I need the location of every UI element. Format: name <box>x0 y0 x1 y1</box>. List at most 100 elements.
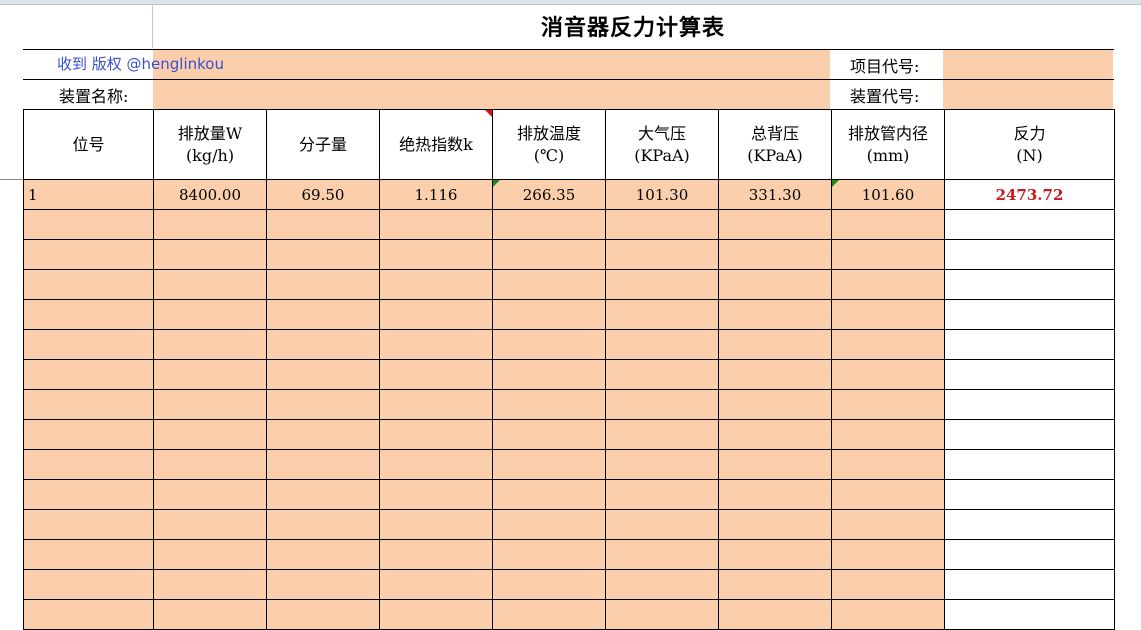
header-molecular-weight[interactable]: 分子量 <box>266 109 380 180</box>
empty-cell[interactable] <box>605 269 719 300</box>
empty-cell[interactable] <box>718 569 832 600</box>
empty-cell[interactable] <box>492 299 606 330</box>
cell-tag[interactable]: 1 <box>23 179 154 210</box>
empty-cell[interactable] <box>379 569 493 600</box>
empty-cell[interactable] <box>23 599 154 630</box>
empty-cell[interactable] <box>23 479 154 510</box>
empty-cell[interactable] <box>718 389 832 420</box>
empty-cell[interactable] <box>153 209 267 240</box>
empty-cell[interactable] <box>605 569 719 600</box>
empty-cell[interactable] <box>944 419 1115 450</box>
empty-cell[interactable] <box>379 299 493 330</box>
empty-cell[interactable] <box>605 209 719 240</box>
title-cell[interactable]: 消音器反力计算表 <box>153 4 1113 48</box>
empty-cell[interactable] <box>153 359 267 390</box>
empty-cell[interactable] <box>266 329 380 360</box>
empty-cell[interactable] <box>23 329 154 360</box>
empty-cell[interactable] <box>492 419 606 450</box>
cell-temperature[interactable]: 266.35 <box>492 179 606 210</box>
empty-cell[interactable] <box>718 539 832 570</box>
header-back-pressure[interactable]: 总背压 (KPaA) <box>718 109 832 180</box>
empty-cell[interactable] <box>153 269 267 300</box>
empty-cell[interactable] <box>266 269 380 300</box>
cell-molecular-weight[interactable]: 69.50 <box>266 179 380 210</box>
empty-cell[interactable] <box>266 569 380 600</box>
empty-cell[interactable] <box>831 449 945 480</box>
empty-cell[interactable] <box>379 329 493 360</box>
empty-cell[interactable] <box>831 359 945 390</box>
empty-cell[interactable] <box>153 389 267 420</box>
empty-cell[interactable] <box>266 479 380 510</box>
empty-cell[interactable] <box>153 509 267 540</box>
empty-cell[interactable] <box>23 419 154 450</box>
empty-cell[interactable] <box>379 449 493 480</box>
header-adiabatic-index[interactable]: 绝热指数k <box>379 109 493 180</box>
empty-cell[interactable] <box>23 509 154 540</box>
empty-cell[interactable] <box>266 239 380 270</box>
empty-cell[interactable] <box>153 329 267 360</box>
empty-cell[interactable] <box>718 599 832 630</box>
empty-cell[interactable] <box>831 389 945 420</box>
empty-cell[interactable] <box>379 599 493 630</box>
header-atmospheric-pressure[interactable]: 大气压 (KPaA) <box>605 109 719 180</box>
empty-cell[interactable] <box>944 299 1115 330</box>
empty-cell[interactable] <box>153 239 267 270</box>
empty-cell[interactable] <box>831 539 945 570</box>
empty-cell[interactable] <box>492 449 606 480</box>
empty-cell[interactable] <box>266 509 380 540</box>
empty-cell[interactable] <box>944 239 1115 270</box>
empty-cell[interactable] <box>605 449 719 480</box>
empty-cell[interactable] <box>944 479 1115 510</box>
empty-cell[interactable] <box>153 479 267 510</box>
empty-cell[interactable] <box>153 419 267 450</box>
empty-cell[interactable] <box>379 359 493 390</box>
empty-cell[interactable] <box>944 389 1115 420</box>
empty-cell[interactable] <box>266 389 380 420</box>
empty-cell[interactable] <box>379 209 493 240</box>
empty-cell[interactable] <box>718 479 832 510</box>
empty-cell[interactable] <box>944 569 1115 600</box>
empty-cell[interactable] <box>23 299 154 330</box>
header-temperature[interactable]: 排放温度 (℃) <box>492 109 606 180</box>
empty-cell[interactable] <box>153 569 267 600</box>
empty-cell[interactable] <box>153 539 267 570</box>
device-name-label-cell[interactable]: 装置名称: <box>23 80 153 109</box>
empty-cell[interactable] <box>492 359 606 390</box>
empty-cell[interactable] <box>23 269 154 300</box>
empty-cell[interactable] <box>153 299 267 330</box>
empty-cell[interactable] <box>831 569 945 600</box>
empty-cell[interactable] <box>831 479 945 510</box>
empty-cell[interactable] <box>23 389 154 420</box>
empty-cell[interactable] <box>492 239 606 270</box>
empty-cell[interactable] <box>379 539 493 570</box>
empty-cell[interactable] <box>944 509 1115 540</box>
cell-back-pressure[interactable]: 331.30 <box>718 179 832 210</box>
empty-cell[interactable] <box>492 539 606 570</box>
empty-cell[interactable] <box>266 209 380 240</box>
empty-cell[interactable] <box>23 359 154 390</box>
empty-cell[interactable] <box>23 569 154 600</box>
empty-cell[interactable] <box>605 539 719 570</box>
device-code-label-cell[interactable]: 装置代号: <box>830 80 943 109</box>
empty-cell[interactable] <box>492 329 606 360</box>
empty-cell[interactable] <box>831 299 945 330</box>
empty-cell[interactable] <box>266 359 380 390</box>
cell-flow[interactable]: 8400.00 <box>153 179 267 210</box>
empty-cell[interactable] <box>718 419 832 450</box>
empty-cell[interactable] <box>153 449 267 480</box>
empty-cell[interactable] <box>153 599 267 630</box>
header-reaction-force[interactable]: 反力 (N) <box>944 109 1115 180</box>
empty-cell[interactable] <box>831 509 945 540</box>
empty-cell[interactable] <box>492 209 606 240</box>
empty-cell[interactable] <box>944 539 1115 570</box>
header-tag[interactable]: 位号 <box>23 109 154 180</box>
empty-cell[interactable] <box>492 269 606 300</box>
empty-cell[interactable] <box>944 449 1115 480</box>
empty-cell[interactable] <box>605 599 719 630</box>
project-code-label-cell[interactable]: 项目代号: <box>830 50 943 79</box>
empty-cell[interactable] <box>718 269 832 300</box>
cell-reaction-force[interactable]: 2473.72 <box>944 179 1115 210</box>
empty-cell[interactable] <box>718 239 832 270</box>
empty-cell[interactable] <box>605 479 719 510</box>
empty-cell[interactable] <box>23 539 154 570</box>
